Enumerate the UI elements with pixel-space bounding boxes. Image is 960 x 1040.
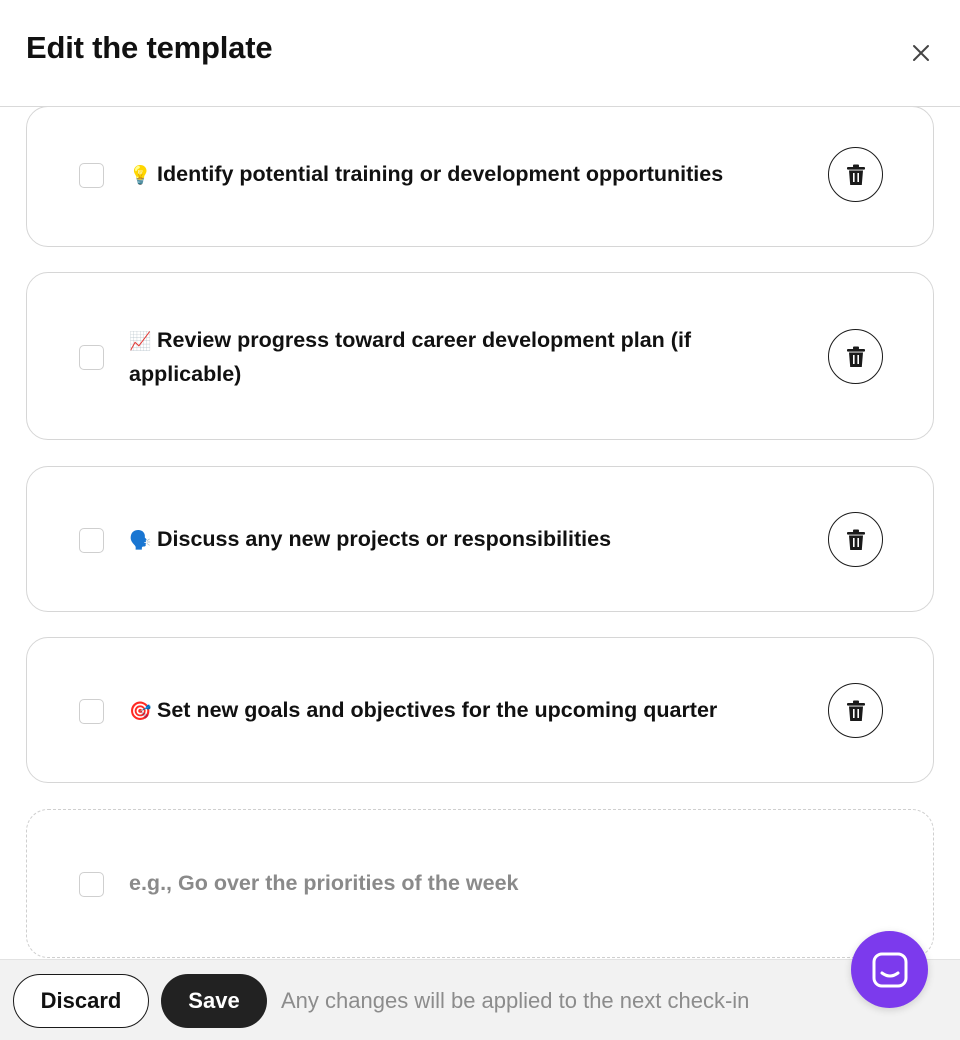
item-label: Set new goals and objectives for the upc… [157, 698, 718, 722]
item-checkbox[interactable] [79, 528, 104, 553]
item-checkbox[interactable] [79, 163, 104, 188]
chart-increasing-icon: 📈 [129, 331, 152, 352]
item-text[interactable]: 📈 Review progress toward career developme… [129, 324, 749, 390]
modal-header: Edit the template [0, 0, 960, 107]
item-label: Discuss any new projects or responsibili… [157, 527, 612, 551]
save-button[interactable]: Save [161, 974, 267, 1028]
item-text[interactable]: 🎯 Set new goals and objectives for the up… [129, 694, 789, 728]
footer-note: Any changes will be applied to the next … [281, 988, 750, 1013]
delete-item-button[interactable] [828, 683, 883, 738]
delete-item-button[interactable] [828, 147, 883, 202]
item-checkbox[interactable] [79, 345, 104, 370]
delete-item-button[interactable] [828, 512, 883, 567]
close-button[interactable] [906, 38, 936, 68]
trash-icon [846, 700, 865, 721]
item-text[interactable]: 💡 Identify potential training or developm… [129, 158, 789, 192]
item-text[interactable]: 🗣️ Discuss any new projects or responsibi… [129, 523, 749, 557]
item-label: Identify potential training or developme… [157, 162, 724, 186]
template-item: 🗣️ Discuss any new projects or responsibi… [26, 466, 934, 612]
modal-title: Edit the template [26, 30, 273, 65]
speaking-head-icon: 🗣️ [129, 530, 152, 551]
template-item: 📈 Review progress toward career developme… [26, 272, 934, 440]
new-item-input[interactable]: e.g., Go over the priorities of the week [129, 867, 518, 899]
trash-icon [846, 164, 865, 185]
chat-icon [872, 952, 907, 987]
close-icon [913, 45, 929, 61]
delete-item-button[interactable] [828, 329, 883, 384]
chat-launcher-button[interactable] [851, 931, 928, 1008]
item-label: Review progress toward career developmen… [129, 328, 692, 386]
new-item-row: e.g., Go over the priorities of the week [26, 809, 934, 958]
trash-icon [846, 346, 865, 367]
item-checkbox[interactable] [79, 699, 104, 724]
modal-footer: Discard Save Any changes will be applied… [0, 959, 960, 1040]
new-item-checkbox[interactable] [79, 872, 104, 897]
template-item: 💡 Identify potential training or developm… [26, 107, 934, 247]
trash-icon [846, 529, 865, 550]
template-item-list[interactable]: 💡 Identify potential training or developm… [0, 107, 960, 959]
template-item: 🎯 Set new goals and objectives for the up… [26, 637, 934, 783]
lightbulb-icon: 💡 [129, 165, 152, 186]
discard-button[interactable]: Discard [13, 974, 149, 1028]
direct-hit-icon: 🎯 [129, 701, 152, 722]
